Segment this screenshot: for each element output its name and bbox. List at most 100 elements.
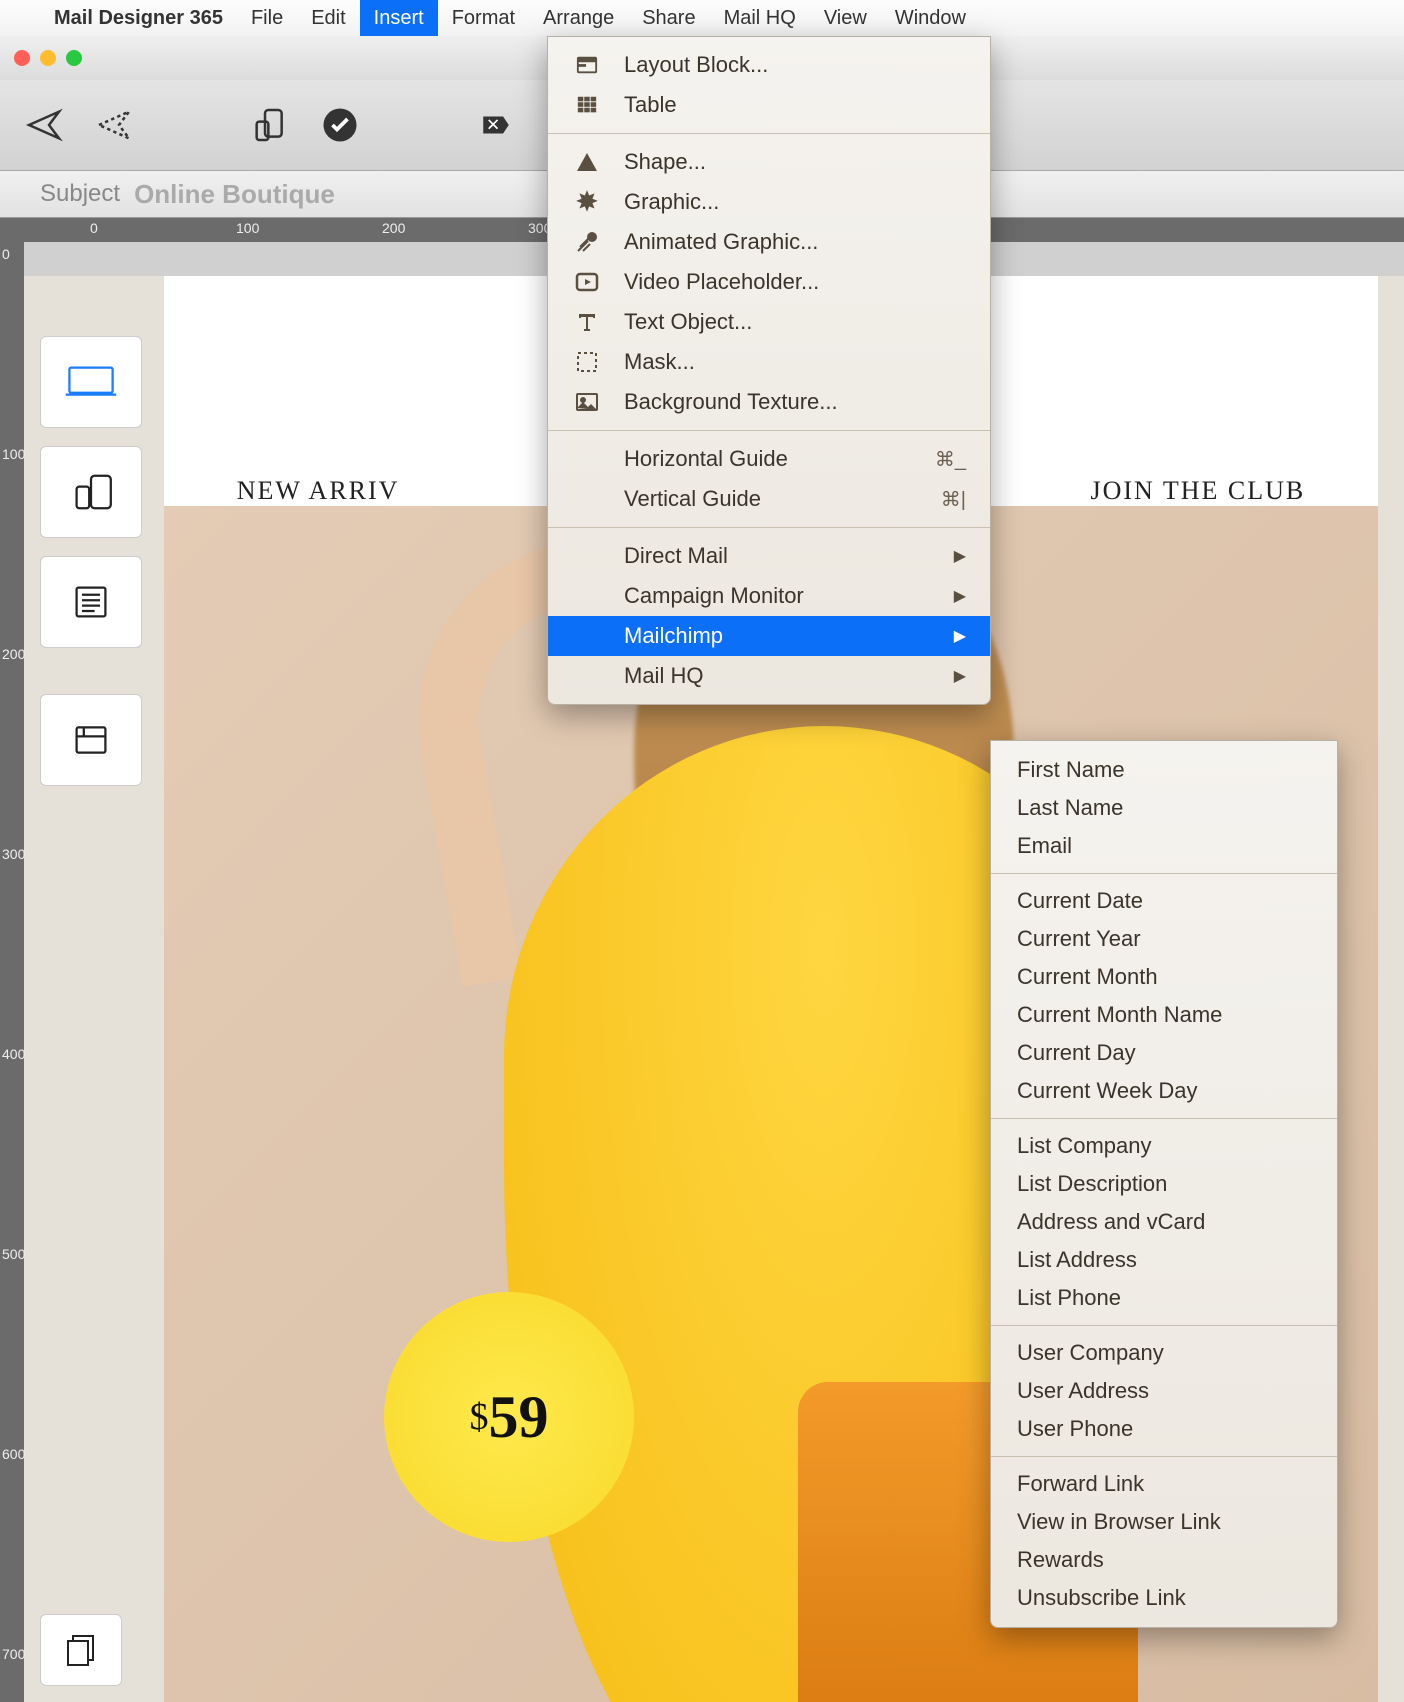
submenu-item-current-year[interactable]: Current Year bbox=[991, 920, 1337, 958]
menu-item-text-object[interactable]: Text Object... bbox=[548, 302, 990, 342]
menu-separator bbox=[991, 1118, 1337, 1119]
menu-item-direct-mail[interactable]: Direct Mail ▶ bbox=[548, 536, 990, 576]
blank-icon bbox=[572, 621, 602, 651]
tag-remove-icon[interactable]: ✕ bbox=[474, 103, 518, 147]
menu-item-campaign-monitor[interactable]: Campaign Monitor▶ bbox=[548, 576, 990, 616]
submenu-item-list-company[interactable]: List Company bbox=[991, 1127, 1337, 1165]
menu-item-horizontal-guide[interactable]: Horizontal Guide ⌘_ bbox=[548, 439, 990, 479]
mobile-preview-button[interactable] bbox=[40, 446, 142, 538]
ruler-tick: 500 bbox=[2, 1246, 25, 1262]
menu-share[interactable]: Share bbox=[628, 0, 709, 36]
text-version-button[interactable] bbox=[40, 556, 142, 648]
ruler-tick: 100 bbox=[236, 220, 259, 236]
menu-separator bbox=[548, 430, 990, 431]
layout-preview-button[interactable] bbox=[40, 694, 142, 786]
submenu-item-list-address[interactable]: List Address bbox=[991, 1241, 1337, 1279]
subject-value: Online Boutique bbox=[134, 179, 335, 210]
zoom-window-button[interactable] bbox=[66, 50, 82, 66]
submenu-item-current-month-name[interactable]: Current Month Name bbox=[991, 996, 1337, 1034]
submenu-arrow-icon: ▶ bbox=[954, 546, 966, 566]
submenu-item-rewards[interactable]: Rewards bbox=[991, 1541, 1337, 1579]
device-preview-panel bbox=[40, 336, 142, 786]
price-currency: $ bbox=[470, 1395, 489, 1439]
menu-edit[interactable]: Edit bbox=[297, 0, 359, 36]
menu-item-background-texture[interactable]: Background Texture... bbox=[548, 382, 990, 422]
ruler-tick: 300 bbox=[2, 846, 25, 862]
menu-item-animated-graphic[interactable]: Animated Graphic... bbox=[548, 222, 990, 262]
table-icon bbox=[572, 90, 602, 120]
app-name[interactable]: Mail Designer 365 bbox=[40, 7, 237, 30]
triangle-icon bbox=[572, 147, 602, 177]
checkmark-circle-icon[interactable] bbox=[318, 103, 362, 147]
menu-file[interactable]: File bbox=[237, 0, 297, 36]
svg-text:✕: ✕ bbox=[486, 116, 500, 135]
menu-item-table[interactable]: Table bbox=[548, 85, 990, 125]
vertical-ruler[interactable]: 0100200300400500600700 bbox=[0, 240, 24, 1702]
nav-link-join-club[interactable]: JOIN THE CLUB bbox=[1090, 476, 1305, 506]
menu-format[interactable]: Format bbox=[438, 0, 529, 36]
blank-icon bbox=[572, 444, 602, 474]
ruler-tick: 200 bbox=[2, 646, 25, 662]
submenu-item-list-phone[interactable]: List Phone bbox=[991, 1279, 1337, 1317]
menu-window[interactable]: Window bbox=[881, 0, 980, 36]
ruler-tick: 700 bbox=[2, 1646, 25, 1662]
blank-icon bbox=[572, 541, 602, 571]
close-window-button[interactable] bbox=[14, 50, 30, 66]
ruler-tick: 100 bbox=[2, 446, 25, 462]
submenu-item-view-in-browser-link[interactable]: View in Browser Link bbox=[991, 1503, 1337, 1541]
macos-menubar: Mail Designer 365 FileEditInsertFormatAr… bbox=[0, 0, 1404, 36]
menu-separator bbox=[548, 527, 990, 528]
video-icon bbox=[572, 267, 602, 297]
submenu-item-user-company[interactable]: User Company bbox=[991, 1334, 1337, 1372]
menu-item-vertical-guide[interactable]: Vertical Guide⌘| bbox=[548, 479, 990, 519]
submenu-item-email[interactable]: Email bbox=[991, 827, 1337, 865]
menu-mail-hq[interactable]: Mail HQ bbox=[710, 0, 810, 36]
menu-item-shape[interactable]: Shape... bbox=[548, 142, 990, 182]
text-icon bbox=[572, 307, 602, 337]
menu-item-label: Background Texture... bbox=[624, 389, 838, 415]
burst-icon bbox=[572, 187, 602, 217]
submenu-arrow-icon: ▶ bbox=[954, 626, 966, 646]
menu-item-label: Animated Graphic... bbox=[624, 229, 818, 255]
submenu-item-user-address[interactable]: User Address bbox=[991, 1372, 1337, 1410]
submenu-item-current-week-day[interactable]: Current Week Day bbox=[991, 1072, 1337, 1110]
menu-item-graphic[interactable]: Graphic... bbox=[548, 182, 990, 222]
menu-item-mailchimp[interactable]: Mailchimp ▶ bbox=[548, 616, 990, 656]
menu-item-mail-hq[interactable]: Mail HQ▶ bbox=[548, 656, 990, 696]
submenu-item-address-and-vcard[interactable]: Address and vCard bbox=[991, 1203, 1337, 1241]
price-badge[interactable]: $59 bbox=[384, 1292, 634, 1542]
submenu-item-list-description[interactable]: List Description bbox=[991, 1165, 1337, 1203]
minimize-window-button[interactable] bbox=[40, 50, 56, 66]
nav-link-new-arrivals[interactable]: NEW ARRIV bbox=[237, 476, 400, 506]
submenu-item-last-name[interactable]: Last Name bbox=[991, 789, 1337, 827]
submenu-item-forward-link[interactable]: Forward Link bbox=[991, 1465, 1337, 1503]
submenu-item-unsubscribe-link[interactable]: Unsubscribe Link bbox=[991, 1579, 1337, 1617]
menu-shortcut: ⌘_ bbox=[935, 447, 966, 472]
blank-icon bbox=[572, 661, 602, 691]
devices-icon[interactable] bbox=[248, 103, 292, 147]
send-alt-icon[interactable] bbox=[92, 103, 136, 147]
submenu-item-current-date[interactable]: Current Date bbox=[991, 882, 1337, 920]
menu-item-label: Horizontal Guide bbox=[624, 446, 788, 472]
send-icon[interactable] bbox=[22, 103, 66, 147]
menu-insert[interactable]: Insert bbox=[360, 0, 438, 36]
menu-item-video-placeholder[interactable]: Video Placeholder... bbox=[548, 262, 990, 302]
menu-item-mask[interactable]: Mask... bbox=[548, 342, 990, 382]
menu-arrange[interactable]: Arrange bbox=[529, 0, 628, 36]
menu-item-layout-block[interactable]: Layout Block... bbox=[548, 45, 990, 85]
submenu-item-current-month[interactable]: Current Month bbox=[991, 958, 1337, 996]
submenu-arrow-icon: ▶ bbox=[954, 666, 966, 686]
pages-button[interactable] bbox=[40, 1614, 122, 1686]
image-icon bbox=[572, 387, 602, 417]
menu-item-label: Mailchimp bbox=[624, 623, 723, 649]
menu-item-label: Text Object... bbox=[624, 309, 752, 335]
mailchimp-submenu: First NameLast NameEmailCurrent DateCurr… bbox=[990, 740, 1338, 1628]
submenu-item-first-name[interactable]: First Name bbox=[991, 751, 1337, 789]
desktop-preview-button[interactable] bbox=[40, 336, 142, 428]
submenu-item-current-day[interactable]: Current Day bbox=[991, 1034, 1337, 1072]
mask-icon bbox=[572, 347, 602, 377]
blank-icon bbox=[572, 581, 602, 611]
menu-view[interactable]: View bbox=[810, 0, 881, 36]
submenu-item-user-phone[interactable]: User Phone bbox=[991, 1410, 1337, 1448]
menu-item-label: Direct Mail bbox=[624, 543, 728, 569]
